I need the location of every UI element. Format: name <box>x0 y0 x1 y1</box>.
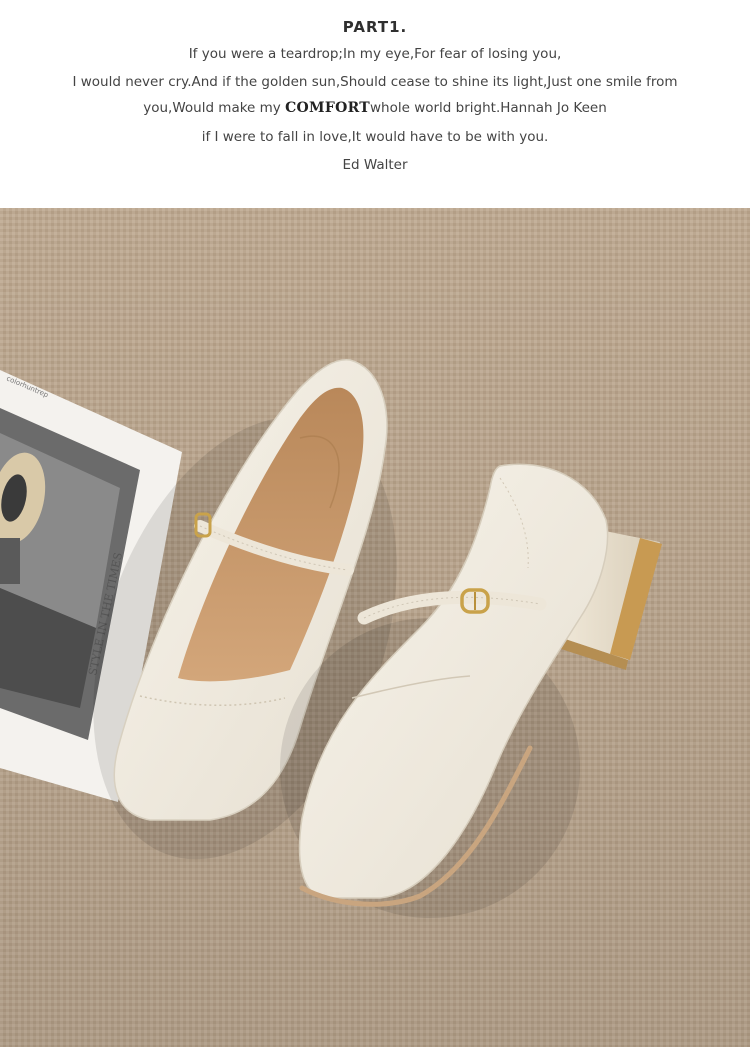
poem-line-3-end: whole world bright.Hannah Jo Keen <box>369 100 607 116</box>
poem-line-2: I would never cry.And if the golden sun,… <box>72 74 678 90</box>
shoes-photo-illustration: colorhuntrep STYLE IN THE TIMES <box>0 208 750 1047</box>
poem-line-4: if I were to fall in love,It would have … <box>201 129 549 145</box>
poem-line-3: you,Would make my COMFORTwhole world bri… <box>0 100 750 116</box>
text-header: PART1. If you were a teardrop;In my eye,… <box>0 0 750 208</box>
product-photo: colorhuntrep STYLE IN THE TIMES <box>0 208 750 1047</box>
poem-line-1: If you were a teardrop;In my eye,For fea… <box>188 46 562 62</box>
poem-line-3-start: you,Would make my <box>143 100 286 116</box>
author-credit: Ed Walter <box>342 157 408 173</box>
part-title: PART1. <box>342 18 408 36</box>
comfort-emphasis: COMFORT <box>285 100 370 116</box>
